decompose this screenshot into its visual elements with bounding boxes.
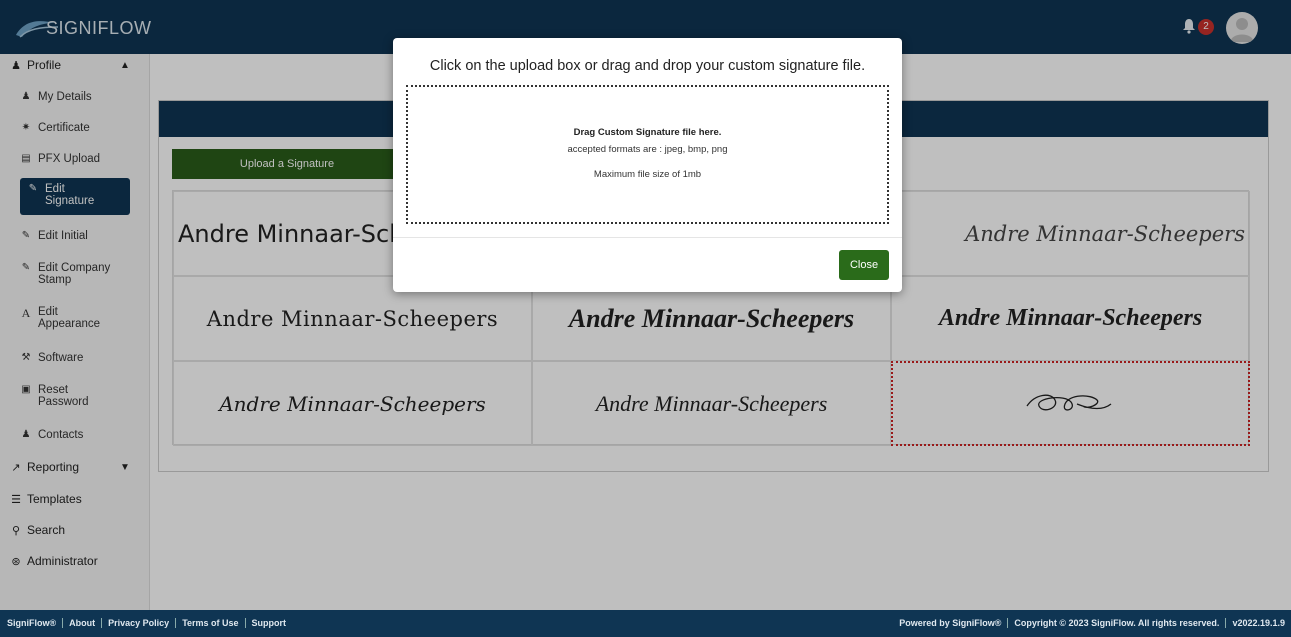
footer: SigniFlow® About Privacy Policy Terms of…: [0, 610, 1291, 637]
dropzone-heading: Drag Custom Signature file here.: [573, 127, 722, 138]
modal-divider: [393, 237, 902, 238]
footer-link-about[interactable]: About: [63, 618, 103, 628]
footer-link-support[interactable]: Support: [246, 618, 293, 628]
footer-link-terms[interactable]: Terms of Use: [176, 618, 246, 628]
footer-info: Powered by SigniFlow® Copyright © 2023 S…: [893, 618, 1291, 628]
footer-link-signiflow[interactable]: SigniFlow®: [7, 618, 64, 628]
modal-title: Click on the upload box or drag and drop…: [429, 58, 866, 74]
powered-by: Powered by SigniFlow®: [899, 618, 1002, 628]
version: v2022.19.1.9: [1225, 618, 1291, 628]
copyright: Copyright © 2023 SigniFlow. All rights r…: [1007, 618, 1225, 628]
dropzone-formats: accepted formats are : jpeg, bmp, png: [567, 144, 728, 155]
upload-signature-modal: Click on the upload box or drag and drop…: [393, 38, 902, 292]
close-button[interactable]: Close: [839, 250, 889, 280]
footer-links: SigniFlow® About Privacy Policy Terms of…: [7, 618, 292, 628]
dropzone-size-limit: Maximum file size of 1mb: [593, 169, 702, 180]
signature-dropzone[interactable]: Drag Custom Signature file here. accepte…: [406, 85, 889, 224]
footer-link-privacy[interactable]: Privacy Policy: [102, 618, 177, 628]
